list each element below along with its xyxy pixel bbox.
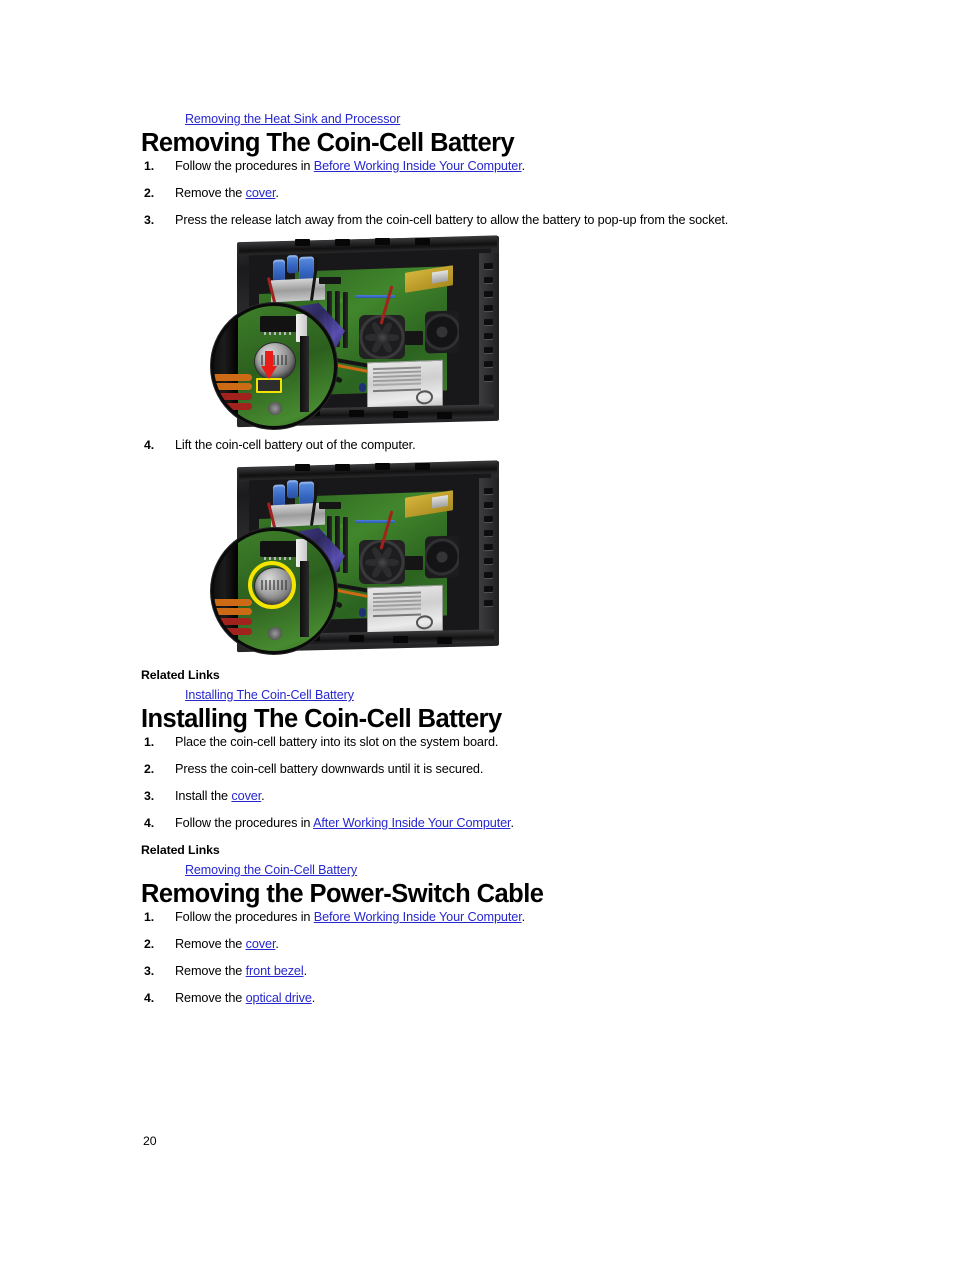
heading-removing-power-switch-cable: Removing the Power-Switch Cable <box>141 880 544 908</box>
heading-removing-coin-cell-battery: Removing The Coin-Cell Battery <box>141 129 515 157</box>
step-text-suffix: . <box>275 937 279 951</box>
step-text-suffix: . <box>303 964 308 978</box>
document-page: Removing the Heat Sink and Processor Rem… <box>0 0 954 1268</box>
step-text: Remove the <box>175 186 246 200</box>
step-item: Follow the procedures in Before Working … <box>144 909 841 925</box>
step-item: Follow the procedures in After Working I… <box>144 815 841 831</box>
step-item: Install the cover. <box>144 788 841 804</box>
related-links-heading: Related Links <box>141 843 220 857</box>
step-item: Remove the cover. <box>144 185 841 201</box>
link-cover[interactable]: cover <box>246 186 276 200</box>
step-item: Remove the optical drive. <box>144 990 841 1006</box>
related-links-heading: Related Links <box>141 668 220 682</box>
step-text-suffix: . <box>261 789 265 803</box>
photo-chassis-interior <box>209 233 505 431</box>
step-text: Install the <box>175 789 232 803</box>
figure-press-release-latch <box>209 233 505 431</box>
link-cover[interactable]: cover <box>246 937 276 951</box>
step-item: Lift the coin-cell battery out of the co… <box>144 437 841 656</box>
step-text: Press the coin-cell battery downwards un… <box>175 762 484 776</box>
step-text: Press the release latch away from the co… <box>175 213 729 227</box>
magnified-callout-release-latch <box>211 303 337 429</box>
step-item: Remove the cover. <box>144 936 841 952</box>
step-item: Press the release latch away from the co… <box>144 212 841 431</box>
step-text: Remove the <box>175 937 246 951</box>
step-text-suffix: . <box>521 910 526 924</box>
step-text: Remove the <box>175 964 246 978</box>
link-installing-the-coin-cell-battery[interactable]: Installing The Coin-Cell Battery <box>185 688 354 702</box>
figure-lift-coin-cell-battery <box>209 458 505 656</box>
page-number: 20 <box>143 1134 157 1148</box>
step-text: Remove the <box>175 991 246 1005</box>
red-arrow-icon <box>261 351 277 381</box>
link-before-working-inside-your-computer[interactable]: Before Working Inside Your Computer <box>314 159 522 173</box>
step-item: Press the coin-cell battery downwards un… <box>144 761 841 777</box>
heading-installing-coin-cell-battery: Installing The Coin-Cell Battery <box>141 705 502 733</box>
page-content: Removing the Heat Sink and Processor Rem… <box>141 110 841 1017</box>
photo-chassis-interior <box>209 458 505 656</box>
steps-installing-coin-cell-battery: Place the coin-cell battery into its slo… <box>141 734 841 831</box>
step-text-suffix: . <box>510 816 514 830</box>
step-text-suffix: . <box>275 186 279 200</box>
link-removing-the-coin-cell-battery[interactable]: Removing the Coin-Cell Battery <box>185 863 357 877</box>
step-text: Lift the coin-cell battery out of the co… <box>175 438 416 452</box>
step-text: Follow the procedures in <box>175 159 314 173</box>
steps-removing-coin-cell-battery: Follow the procedures in Before Working … <box>141 158 841 656</box>
step-text-suffix: . <box>521 159 526 173</box>
steps-removing-power-switch-cable: Follow the procedures in Before Working … <box>141 909 841 1006</box>
step-text: Follow the procedures in <box>175 910 314 924</box>
step-item: Place the coin-cell battery into its slo… <box>144 734 841 750</box>
related-link-row: Removing the Coin-Cell Battery <box>185 862 841 879</box>
link-after-working-inside-your-computer[interactable]: After Working Inside Your Computer <box>313 816 511 830</box>
step-text-suffix: . <box>311 991 316 1005</box>
link-before-working-inside-your-computer[interactable]: Before Working Inside Your Computer <box>314 910 522 924</box>
step-text: Place the coin-cell battery into its slo… <box>175 735 499 749</box>
yellow-circle-highlight <box>248 561 296 609</box>
link-cover[interactable]: cover <box>231 789 261 803</box>
step-text: Follow the procedures in <box>175 816 314 830</box>
magnified-callout-coin-cell-battery <box>211 528 337 654</box>
link-front-bezel[interactable]: front bezel <box>246 964 304 978</box>
step-item: Remove the front bezel. <box>144 963 841 979</box>
link-optical-drive[interactable]: optical drive <box>246 991 312 1005</box>
related-link-row: Installing The Coin-Cell Battery <box>185 687 841 704</box>
link-removing-heat-sink-and-processor[interactable]: Removing the Heat Sink and Processor <box>185 111 400 127</box>
step-item: Follow the procedures in Before Working … <box>144 158 841 174</box>
